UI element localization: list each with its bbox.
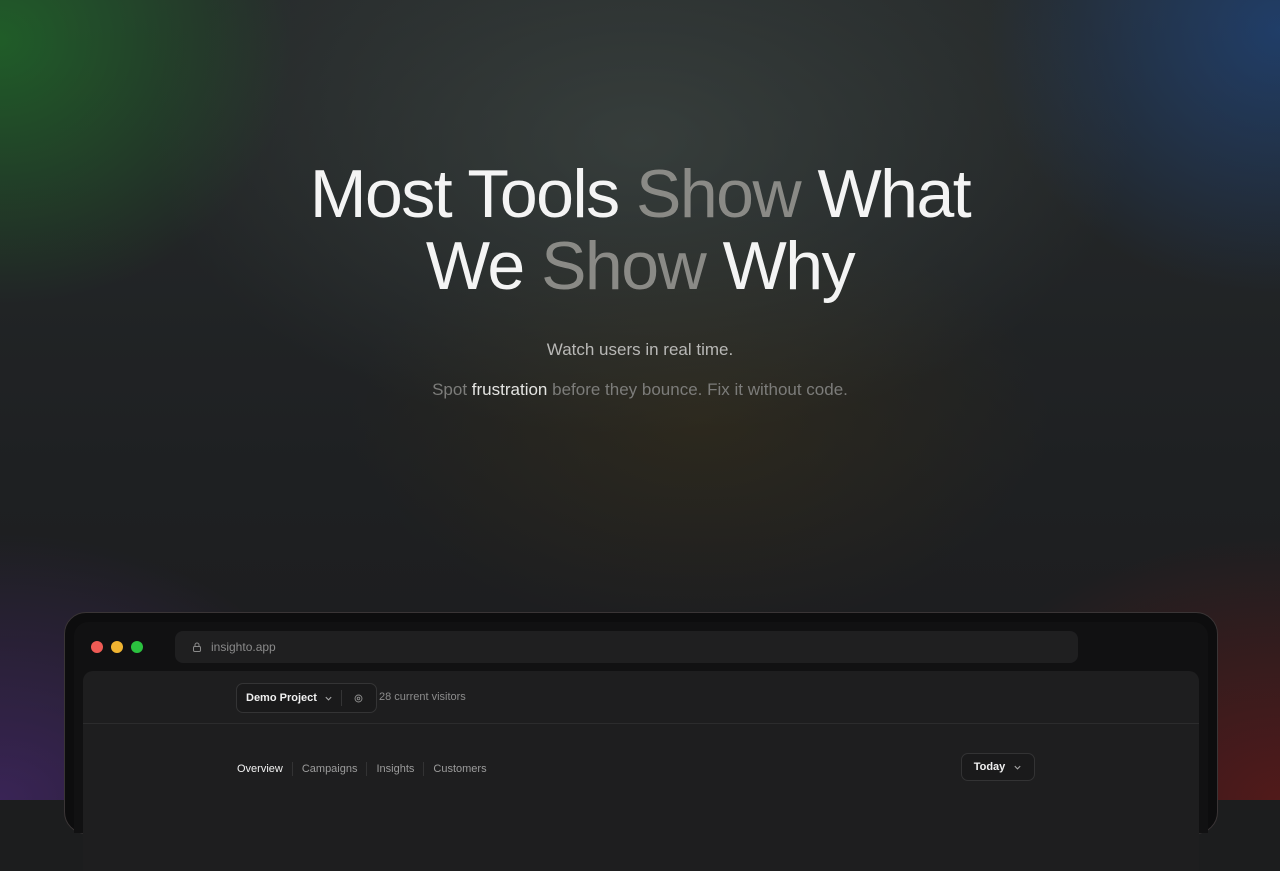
app-tabs: Overview Campaigns Insights Customers — [237, 762, 496, 776]
hero-headline: Most Tools Show What We Show Why — [0, 158, 1280, 302]
hero-subtitle: Watch users in real time. — [546, 340, 734, 359]
address-bar-url: insighto.app — [211, 640, 276, 654]
date-range-value: Today — [973, 761, 1006, 773]
address-bar[interactable]: insighto.app — [175, 631, 1078, 663]
app-topbar: Demo Project 28 current visitors — [83, 671, 1199, 724]
date-range-select[interactable]: Today — [961, 753, 1035, 781]
window-controls — [91, 641, 143, 653]
app-frame: Demo Project 28 current visitors Overvie… — [83, 671, 1199, 871]
hero-tagline: Spot frustration before they bounce. Fix… — [432, 380, 848, 399]
project-select[interactable]: Demo Project — [237, 692, 341, 704]
chevron-down-icon — [1014, 765, 1021, 770]
headline-line-2: We Show Why — [425, 228, 856, 304]
browser-window: insighto.app Demo Project 28 current vis… — [74, 622, 1208, 871]
tab-overview[interactable]: Overview — [237, 762, 292, 776]
tab-insights[interactable]: Insights — [366, 762, 423, 776]
current-visitors-count: 28 current visitors — [379, 691, 466, 703]
chevron-down-icon — [325, 696, 332, 701]
project-switcher: Demo Project — [236, 683, 377, 713]
tab-customers[interactable]: Customers — [423, 762, 495, 776]
maximize-window-button[interactable] — [131, 641, 143, 653]
hero: Most Tools Show What We Show Why Watch u… — [0, 158, 1280, 400]
device-mockup: insighto.app Demo Project 28 current vis… — [64, 612, 1218, 871]
project-name: Demo Project — [246, 692, 317, 704]
minimize-window-button[interactable] — [111, 641, 123, 653]
lock-icon — [191, 641, 203, 653]
headline-line-1: Most Tools Show What — [309, 156, 972, 232]
close-window-button[interactable] — [91, 641, 103, 653]
gear-icon — [354, 694, 363, 702]
project-settings-button[interactable] — [342, 693, 376, 704]
tab-campaigns[interactable]: Campaigns — [291, 762, 367, 776]
